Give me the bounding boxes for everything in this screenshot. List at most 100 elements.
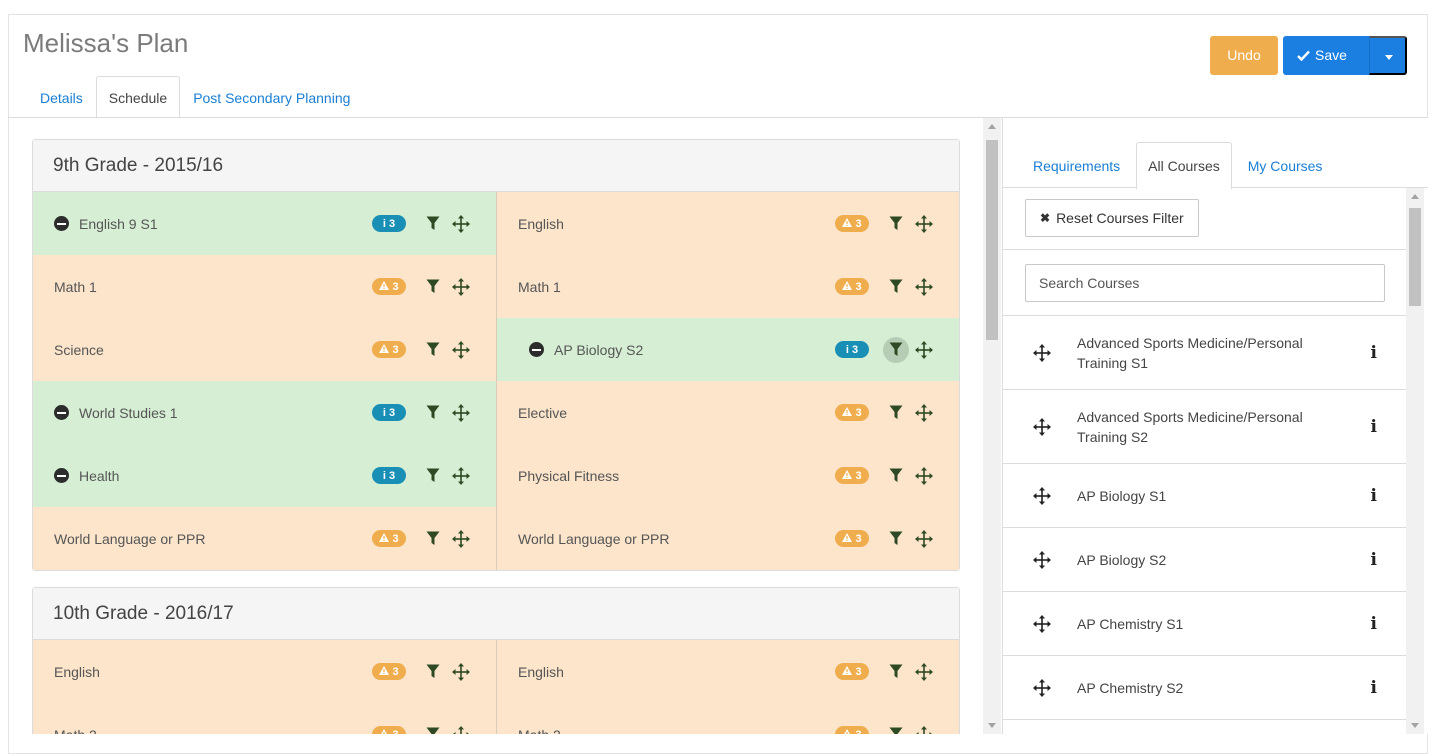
course-slot[interactable]: English 9 S1i3 [33, 192, 496, 255]
warning-badge[interactable]: 3 [372, 341, 406, 358]
move-arrows-icon[interactable] [915, 530, 933, 548]
course-slot[interactable]: Physical Fitness3 [496, 444, 959, 507]
course-slot[interactable]: English3 [496, 192, 959, 255]
info-icon[interactable]: i [1371, 550, 1377, 570]
course-slot[interactable]: English3 [33, 640, 496, 703]
scroll-down-icon[interactable] [988, 723, 996, 728]
filter-icon[interactable] [883, 274, 909, 300]
tab-my-courses[interactable]: My Courses [1236, 142, 1335, 188]
tab-all-courses[interactable]: All Courses [1136, 142, 1232, 189]
course-slot[interactable]: Science3 [33, 318, 496, 381]
move-arrows-icon[interactable] [915, 404, 933, 422]
tab-post-secondary-planning[interactable]: Post Secondary Planning [180, 76, 363, 118]
course-list-item[interactable]: Advanced Sports Medicine/Personal Traini… [1003, 390, 1407, 464]
filter-icon[interactable] [420, 659, 446, 685]
course-list-item[interactable]: AP Chemistry S1i [1003, 592, 1407, 656]
course-slot[interactable]: World Language or PPR3 [496, 507, 959, 570]
filter-icon[interactable] [420, 722, 446, 735]
warning-badge[interactable]: 3 [372, 278, 406, 295]
filter-icon[interactable] [883, 659, 909, 685]
course-slot[interactable]: English3 [496, 640, 959, 703]
course-slot[interactable]: Math 13 [496, 255, 959, 318]
course-slot[interactable]: Elective3 [496, 381, 959, 444]
tab-requirements[interactable]: Requirements [1021, 142, 1132, 188]
course-slot[interactable]: Math 23 [496, 703, 959, 734]
reset-courses-filter-button[interactable]: ✖ Reset Courses Filter [1025, 199, 1199, 237]
warning-badge[interactable]: 3 [372, 663, 406, 680]
info-badge[interactable]: i3 [372, 215, 406, 232]
move-arrows-icon[interactable] [452, 215, 470, 233]
filter-icon[interactable] [883, 722, 909, 735]
move-arrows-icon[interactable] [452, 726, 470, 735]
course-list-item[interactable]: AP Chemistry S2i [1003, 656, 1407, 720]
info-badge[interactable]: i3 [835, 341, 869, 358]
info-icon[interactable]: i [1371, 614, 1377, 634]
move-arrows-icon[interactable] [1033, 551, 1051, 569]
move-arrows-icon[interactable] [1033, 418, 1051, 436]
warning-badge[interactable]: 3 [835, 215, 869, 232]
filter-icon[interactable] [883, 337, 909, 363]
move-arrows-icon[interactable] [1033, 679, 1051, 697]
course-list-item[interactable]: AP Biology S1i [1003, 464, 1407, 528]
scroll-down-icon[interactable] [1411, 723, 1419, 728]
course-slot[interactable]: Math 23 [33, 703, 496, 734]
scroll-up-icon[interactable] [1411, 194, 1419, 199]
info-badge[interactable]: i3 [372, 467, 406, 484]
move-arrows-icon[interactable] [915, 215, 933, 233]
course-slot[interactable]: Math 13 [33, 255, 496, 318]
save-button[interactable]: Save [1283, 36, 1369, 75]
search-courses-input[interactable] [1025, 264, 1385, 302]
filter-icon[interactable] [883, 400, 909, 426]
info-icon[interactable]: i [1371, 486, 1377, 506]
info-icon[interactable]: i [1371, 417, 1377, 437]
undo-button[interactable]: Undo [1210, 36, 1278, 75]
info-icon[interactable]: i [1371, 678, 1377, 698]
filter-icon[interactable] [420, 463, 446, 489]
course-list-item[interactable]: Advanced Sports Medicine/Personal Traini… [1003, 316, 1407, 390]
courses-scroll-thumb[interactable] [1409, 208, 1421, 306]
move-arrows-icon[interactable] [452, 341, 470, 359]
minus-circle-icon[interactable] [54, 468, 69, 483]
move-arrows-icon[interactable] [452, 663, 470, 681]
warning-badge[interactable]: 3 [372, 530, 406, 547]
filter-icon[interactable] [420, 337, 446, 363]
schedule-scroll-thumb[interactable] [986, 140, 998, 340]
warning-badge[interactable]: 3 [835, 278, 869, 295]
save-options-button[interactable] [1369, 36, 1407, 75]
minus-circle-icon[interactable] [54, 405, 69, 420]
tab-schedule[interactable]: Schedule [96, 76, 180, 118]
filter-icon[interactable] [883, 526, 909, 552]
filter-icon[interactable] [420, 400, 446, 426]
move-arrows-icon[interactable] [1033, 344, 1051, 362]
move-arrows-icon[interactable] [452, 467, 470, 485]
course-slot[interactable]: Healthi3 [33, 444, 496, 507]
move-arrows-icon[interactable] [1033, 487, 1051, 505]
minus-circle-icon[interactable] [529, 342, 544, 357]
move-arrows-icon[interactable] [1033, 615, 1051, 633]
warning-badge[interactable]: 3 [835, 726, 869, 734]
filter-icon[interactable] [883, 211, 909, 237]
filter-icon[interactable] [420, 211, 446, 237]
course-slot[interactable]: World Studies 1i3 [33, 381, 496, 444]
move-arrows-icon[interactable] [915, 341, 933, 359]
move-arrows-icon[interactable] [452, 278, 470, 296]
minus-circle-icon[interactable] [54, 216, 69, 231]
warning-badge[interactable]: 3 [835, 467, 869, 484]
move-arrows-icon[interactable] [915, 663, 933, 681]
course-list-item[interactable]: AP Biology S2i [1003, 528, 1407, 592]
schedule-scrollbar[interactable] [983, 118, 1001, 734]
info-icon[interactable]: i [1371, 343, 1377, 363]
warning-badge[interactable]: 3 [372, 726, 406, 734]
course-slot[interactable]: AP Biology S2i3 [496, 318, 959, 381]
move-arrows-icon[interactable] [452, 530, 470, 548]
tab-details[interactable]: Details [27, 76, 96, 118]
filter-icon[interactable] [420, 274, 446, 300]
filter-icon[interactable] [883, 463, 909, 489]
move-arrows-icon[interactable] [915, 726, 933, 735]
courses-scrollbar[interactable] [1406, 188, 1424, 734]
warning-badge[interactable]: 3 [835, 663, 869, 680]
move-arrows-icon[interactable] [452, 404, 470, 422]
filter-icon[interactable] [420, 526, 446, 552]
course-slot[interactable]: World Language or PPR3 [33, 507, 496, 570]
info-badge[interactable]: i3 [372, 404, 406, 421]
